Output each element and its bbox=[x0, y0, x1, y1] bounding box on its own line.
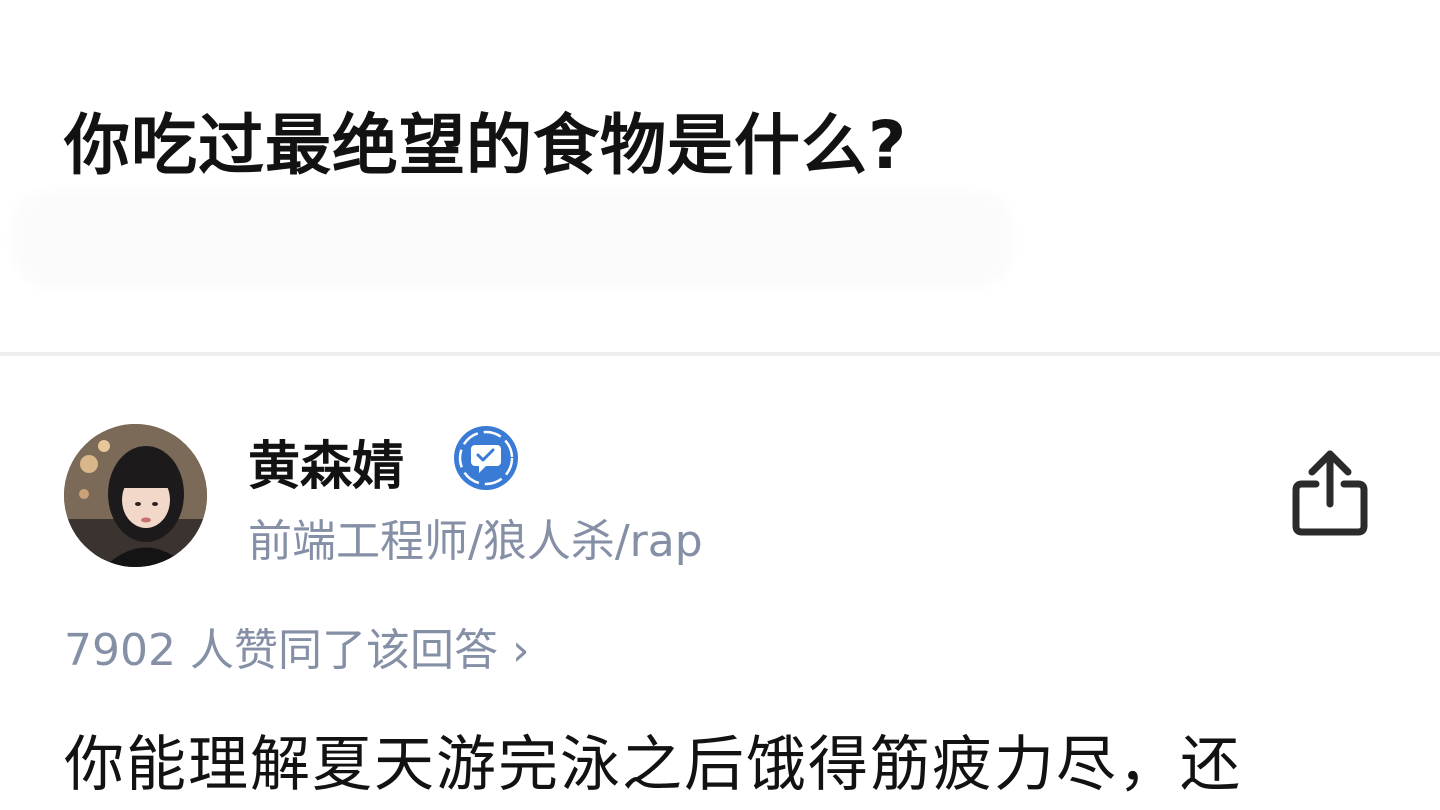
vote-count-text: 7902 人赞同了该回答 bbox=[64, 625, 498, 676]
vote-count-link[interactable]: 7902 人赞同了该回答 › bbox=[64, 614, 530, 678]
author-name[interactable]: 黄森婧 bbox=[248, 424, 404, 499]
section-divider bbox=[0, 352, 1440, 356]
author-avatar[interactable] bbox=[64, 424, 207, 567]
verified-badge-icon bbox=[452, 424, 520, 492]
question-title[interactable]: 你吃过最绝望的食物是什么? bbox=[64, 92, 907, 188]
answer-content[interactable]: 你能理解夏天游完泳之后饿得筋疲力尽，还 bbox=[64, 716, 1242, 803]
answer-page: 你吃过最绝望的食物是什么? 黄森婧 前端工程师/狼人杀/rap 7902 人赞同… bbox=[0, 0, 1440, 810]
share-button[interactable] bbox=[1292, 450, 1368, 536]
chevron-right-icon: › bbox=[511, 625, 530, 676]
blurred-region bbox=[20, 198, 1005, 280]
author-bio: 前端工程师/狼人杀/rap bbox=[248, 516, 703, 567]
share-icon bbox=[1292, 450, 1368, 536]
